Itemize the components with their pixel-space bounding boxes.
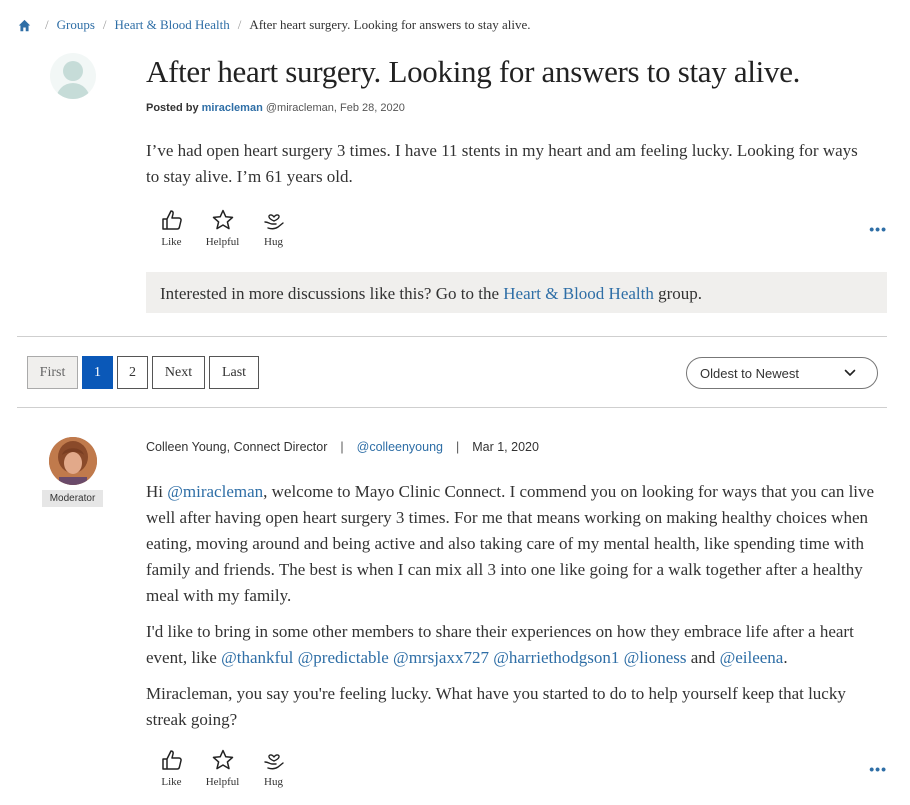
hug-button[interactable]: Hug bbox=[248, 208, 299, 248]
mention-link[interactable]: @miracleman bbox=[167, 482, 263, 501]
star-icon bbox=[212, 209, 233, 230]
reply-more-options-button[interactable]: ••• bbox=[869, 761, 887, 777]
helpful-label: Helpful bbox=[205, 776, 240, 788]
star-icon bbox=[212, 749, 233, 770]
breadcrumb-group-link[interactable]: Heart & Blood Health bbox=[115, 17, 230, 33]
page-2-button[interactable]: 2 bbox=[117, 356, 148, 389]
mention-link[interactable]: @mrsjaxx727 bbox=[393, 648, 489, 667]
breadcrumb-separator: / bbox=[45, 17, 49, 32]
post-byline: Posted by miracleman @miracleman, Feb 28… bbox=[146, 102, 405, 114]
helpful-button[interactable]: Helpful bbox=[197, 208, 248, 248]
sort-select[interactable]: Oldest to Newest bbox=[686, 357, 878, 389]
divider bbox=[17, 336, 887, 337]
moderator-avatar[interactable] bbox=[49, 437, 97, 485]
reply-date: Mar 1, 2020 bbox=[472, 440, 539, 454]
post-reactions: Like Helpful Hug bbox=[146, 208, 299, 248]
mention-link[interactable]: @thankful bbox=[221, 648, 293, 667]
post-body: I’ve had open heart surgery 3 times. I h… bbox=[146, 141, 858, 186]
reply-paragraph: I'd like to bring in some other members … bbox=[146, 619, 888, 671]
hug-icon bbox=[263, 214, 284, 230]
moderator-badge: Moderator bbox=[42, 490, 103, 507]
banner-prefix: Interested in more discussions like this… bbox=[160, 284, 499, 303]
helpful-button[interactable]: Helpful bbox=[197, 748, 248, 788]
banner-group-link[interactable]: Heart & Blood Health bbox=[503, 284, 654, 303]
pagination: First 1 2 Next Last bbox=[27, 356, 259, 389]
like-button[interactable]: Like bbox=[146, 208, 197, 248]
hug-label: Hug bbox=[264, 236, 283, 248]
breadcrumb-groups-link[interactable]: Groups bbox=[57, 17, 95, 33]
thumbs-up-icon bbox=[161, 750, 182, 770]
mention-link[interactable]: @lioness bbox=[624, 648, 687, 667]
breadcrumb-current: After heart surgery. Looking for answers… bbox=[249, 17, 531, 32]
reply-meta: Colleen Young, Connect Director | @colle… bbox=[146, 440, 539, 454]
like-label: Like bbox=[161, 776, 182, 788]
reply-author: Colleen Young, Connect Director bbox=[146, 440, 328, 454]
divider bbox=[17, 407, 887, 408]
reply-reactions: Like Helpful Hug bbox=[146, 748, 299, 788]
chevron-down-icon bbox=[844, 369, 856, 376]
reply-author-handle-link[interactable]: @colleenyoung bbox=[357, 440, 443, 454]
reply-body: Hi @miracleman, welcome to Mayo Clinic C… bbox=[146, 479, 888, 743]
next-page-button[interactable]: Next bbox=[152, 356, 205, 389]
meta-separator: | bbox=[455, 440, 460, 454]
post-more-options-button[interactable]: ••• bbox=[869, 221, 887, 237]
banner-suffix: group. bbox=[658, 284, 703, 303]
mention-link[interactable]: @eileena bbox=[720, 648, 784, 667]
hug-button[interactable]: Hug bbox=[248, 748, 299, 788]
like-button[interactable]: Like bbox=[146, 748, 197, 788]
post-handle-date: @miracleman, Feb 28, 2020 bbox=[265, 102, 405, 114]
home-icon[interactable] bbox=[18, 19, 31, 32]
meta-separator: | bbox=[340, 440, 344, 454]
reply-paragraph: Miracleman, you say you're feeling lucky… bbox=[146, 684, 846, 729]
mention-link[interactable]: @predictable bbox=[298, 648, 389, 667]
posted-by-label: Posted by bbox=[146, 102, 199, 114]
reply-text: and bbox=[690, 648, 716, 667]
hug-icon bbox=[263, 754, 284, 770]
page-title: After heart surgery. Looking for answers… bbox=[146, 54, 801, 89]
author-avatar[interactable] bbox=[50, 53, 96, 99]
breadcrumb: / Groups / Heart & Blood Health / After … bbox=[18, 17, 531, 33]
breadcrumb-separator: / bbox=[102, 17, 107, 32]
helpful-label: Helpful bbox=[205, 236, 240, 248]
like-label: Like bbox=[161, 236, 182, 248]
group-banner: Interested in more discussions like this… bbox=[146, 272, 887, 313]
hug-label: Hug bbox=[264, 776, 283, 788]
thumbs-up-icon bbox=[161, 210, 182, 230]
last-page-button[interactable]: Last bbox=[209, 356, 259, 389]
reply-text: . bbox=[783, 648, 788, 667]
breadcrumb-separator: / bbox=[237, 17, 242, 32]
reply-text: Hi bbox=[146, 482, 163, 501]
page-1-button[interactable]: 1 bbox=[82, 356, 113, 389]
reply-paragraph: Hi @miracleman, welcome to Mayo Clinic C… bbox=[146, 479, 888, 609]
sort-selected-label: Oldest to Newest bbox=[700, 365, 799, 381]
avatar-photo bbox=[49, 437, 97, 485]
mention-link[interactable]: @harriethodgson1 bbox=[493, 648, 619, 667]
author-link[interactable]: miracleman bbox=[202, 102, 263, 114]
first-page-button[interactable]: First bbox=[27, 356, 78, 389]
